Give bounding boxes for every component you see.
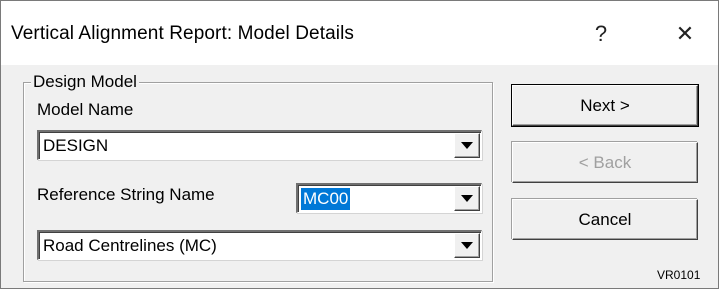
dialog-code-label: VR0101 [657,268,701,282]
window-title: Vertical Alignment Report: Model Details [11,23,354,44]
reference-string-combo[interactable]: MC00 [296,183,482,213]
chevron-down-icon[interactable] [454,133,480,158]
dialog-body: Design Model Model Name DESIGN Reference… [1,65,718,288]
design-model-group-label: Design Model [31,72,139,92]
model-name-combo[interactable]: DESIGN [37,130,482,160]
close-icon[interactable]: ✕ [663,15,707,53]
string-type-combo[interactable]: Road Centrelines (MC) [37,230,482,260]
title-bar: Vertical Alignment Report: Model Details… [1,1,718,65]
chevron-down-icon[interactable] [454,233,480,258]
reference-string-value: MC00 [301,188,351,210]
model-name-label: Model Name [37,100,134,119]
string-type-value: Road Centrelines (MC) [43,236,217,255]
model-name-value: DESIGN [43,136,109,155]
dialog-window: Vertical Alignment Report: Model Details… [0,0,719,289]
reference-string-label: Reference String Name [37,185,215,204]
back-button[interactable]: < Back [512,142,698,183]
next-button[interactable]: Next > [511,84,699,127]
help-icon[interactable]: ? [579,15,623,53]
chevron-down-icon[interactable] [454,186,480,211]
cancel-button[interactable]: Cancel [512,199,698,240]
